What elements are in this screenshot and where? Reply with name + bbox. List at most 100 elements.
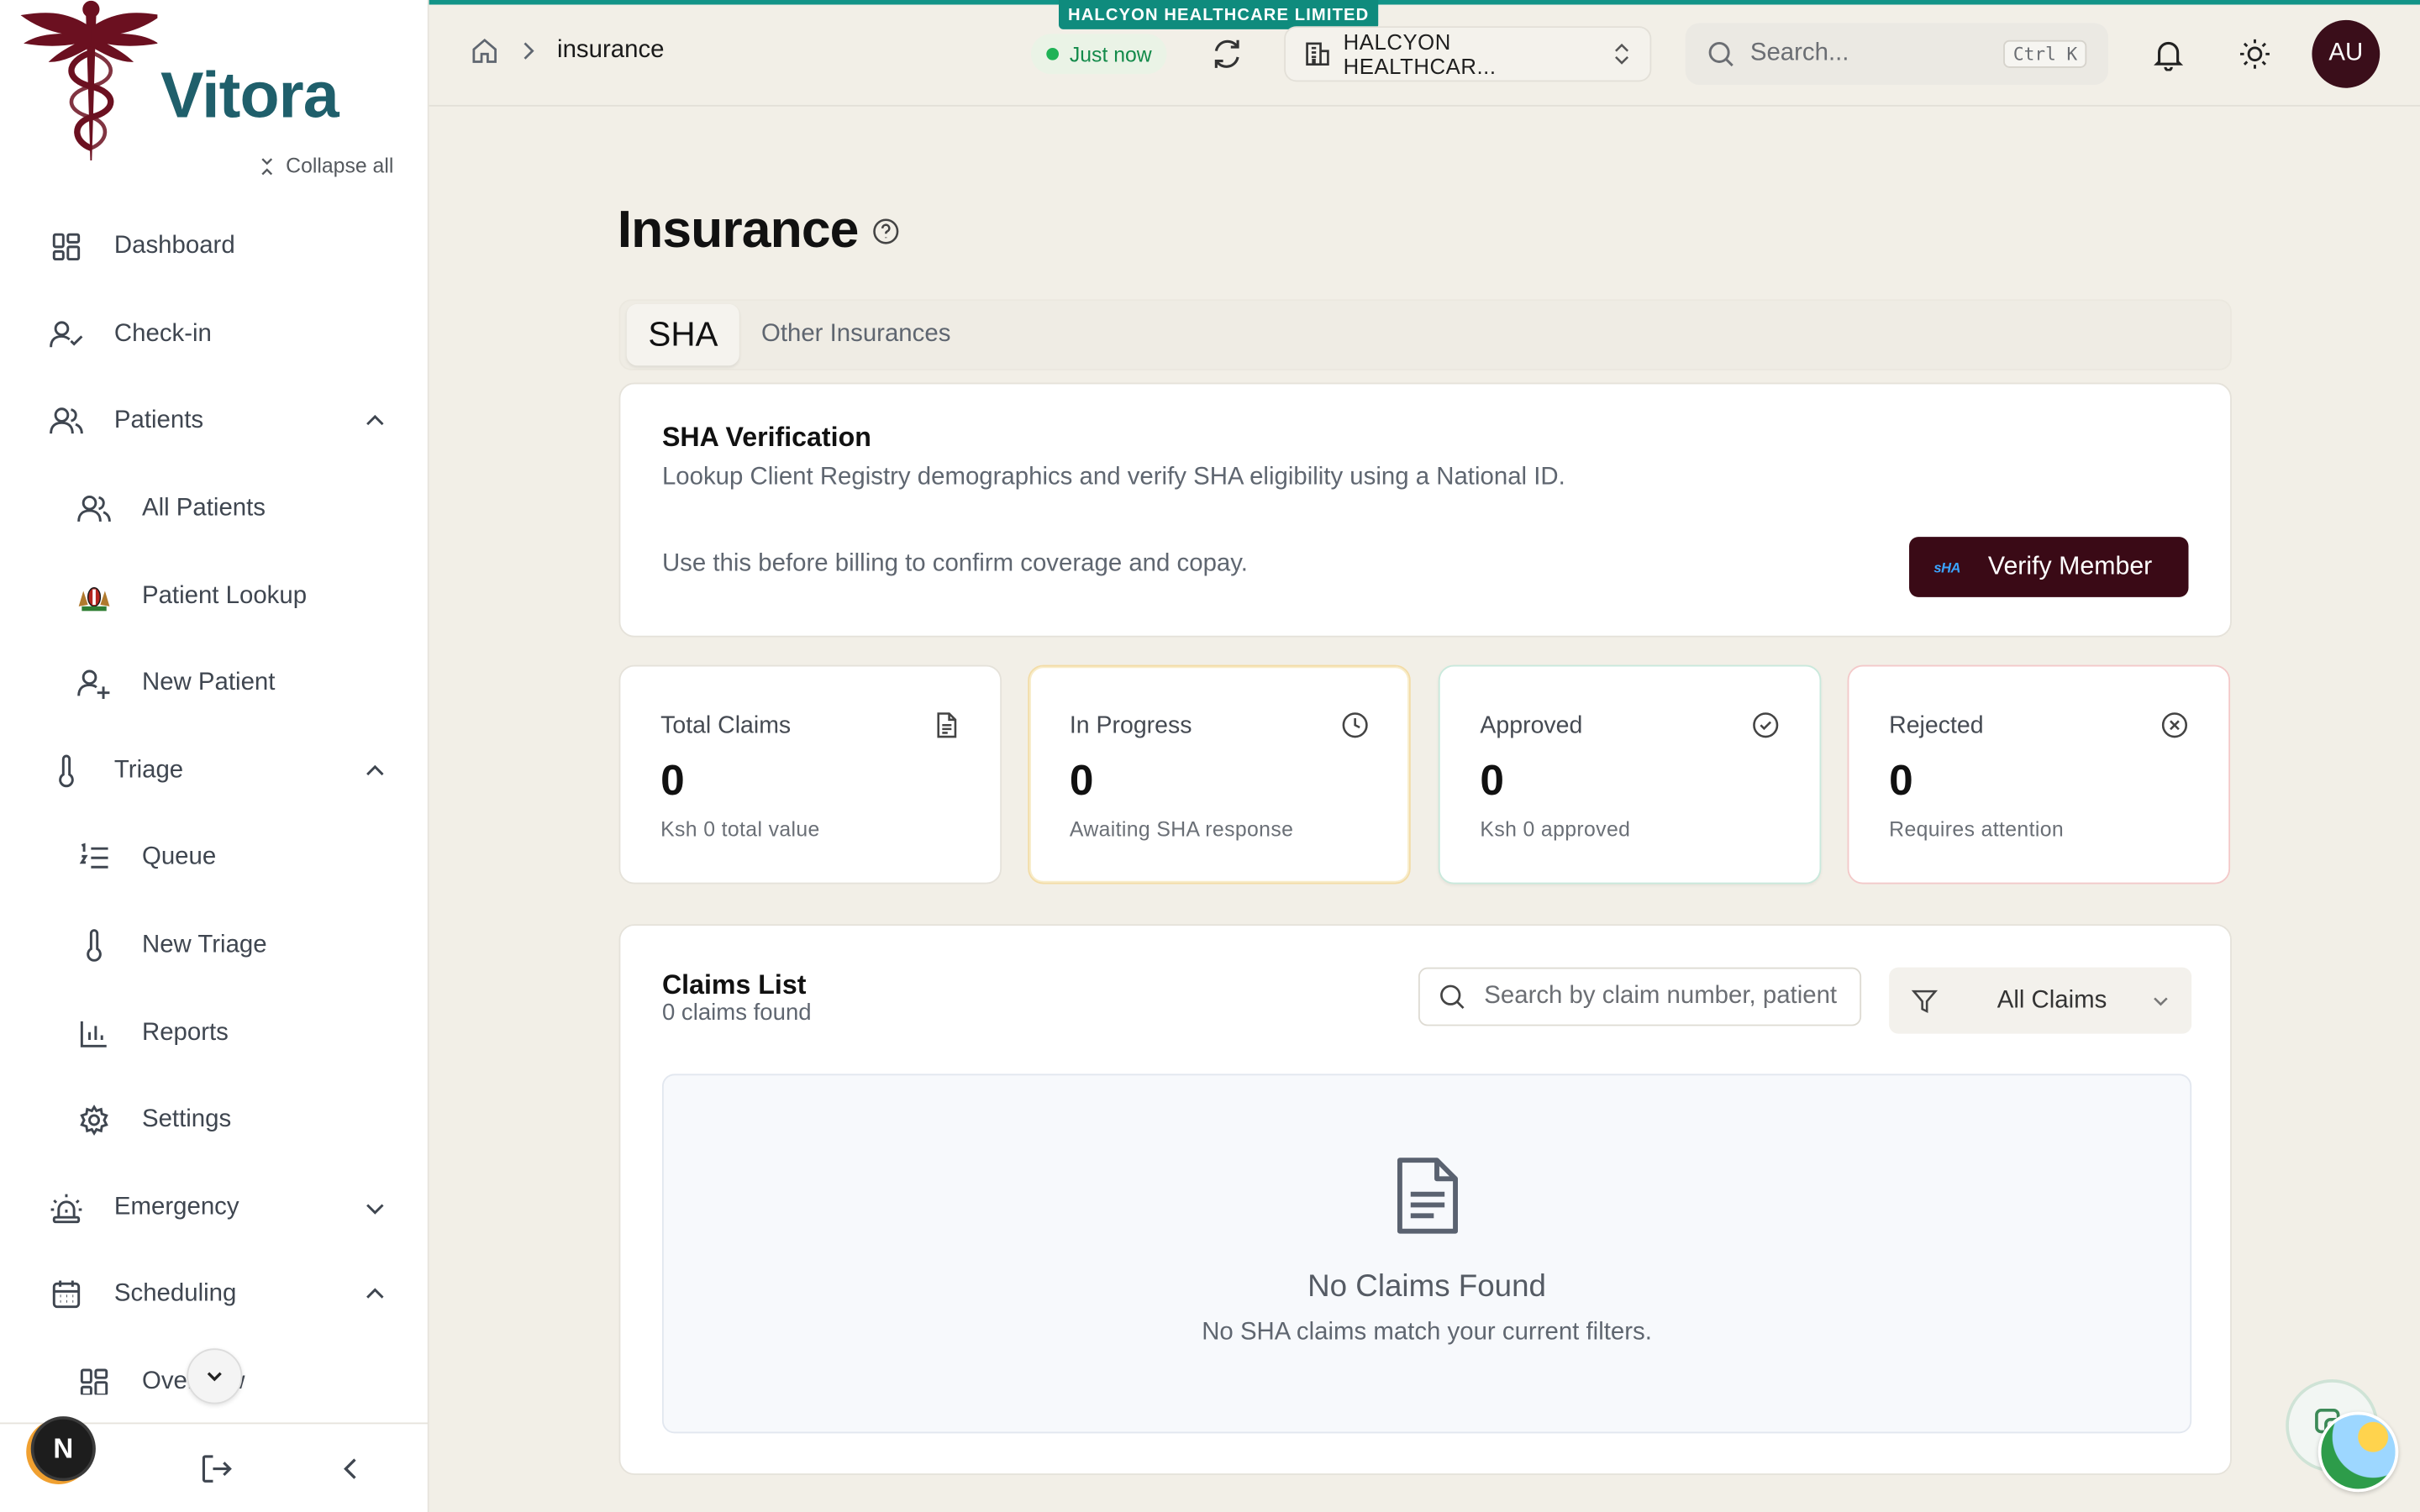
stat-label: In Progress: [1069, 712, 1192, 739]
stat-value: 0: [660, 756, 685, 804]
claims-search-input[interactable]: [1484, 983, 1842, 1011]
help-circle-icon[interactable]: [872, 218, 900, 245]
thermometer-icon: [77, 929, 111, 963]
claims-list-title: Claims List: [661, 969, 807, 1000]
sidebar-item-label: New Triage: [141, 932, 267, 958]
check-circle-icon: [1753, 712, 1779, 738]
sidebar-item-all-patients[interactable]: All Patients: [0, 465, 429, 553]
verify-member-button[interactable]: sHA Verify Member: [1909, 537, 2189, 597]
collapse-icon: [261, 157, 273, 175]
empty-state-title: No Claims Found: [1307, 1269, 1546, 1305]
chevron-up-icon: [366, 764, 384, 775]
stat-card-rejected: Rejected 0 Requires attention: [1847, 664, 2231, 885]
sidebar-item-check-in[interactable]: Check-in: [0, 291, 429, 378]
filter-value: All Claims: [1996, 986, 2107, 1013]
global-search-input[interactable]: Search... Ctrl K: [1685, 23, 2108, 86]
theme-toggle-icon[interactable]: [2238, 37, 2271, 71]
sidebar-item-label: Triage: [113, 757, 184, 784]
stat-label: Approved: [1480, 712, 1583, 739]
empty-state: No Claims Found No SHA claims match your…: [661, 1074, 2192, 1434]
users-icon: [77, 492, 111, 526]
tab-sha[interactable]: SHA: [626, 303, 740, 366]
collapse-all-button[interactable]: Collapse all: [258, 154, 394, 178]
empty-state-subtitle: No SHA claims match your current filters…: [1202, 1319, 1652, 1346]
logout-icon: [202, 1455, 232, 1483]
stat-subtext: Ksh 0 approved: [1480, 817, 1631, 842]
home-icon[interactable]: [471, 37, 498, 65]
logout-button[interactable]: [197, 1451, 234, 1488]
list-ordered-icon: [77, 842, 111, 875]
filter-icon: [1911, 989, 1939, 1013]
sidebar-item-queue[interactable]: Queue: [0, 815, 429, 902]
sidebar-item-scheduling[interactable]: Scheduling: [0, 1252, 429, 1339]
keyboard-shortcut: Ctrl K: [2003, 39, 2087, 68]
user-check-icon: [50, 318, 83, 351]
search-icon: [1708, 41, 1733, 67]
chevron-right-icon: [523, 42, 534, 60]
stat-subtext: Requires attention: [1889, 817, 2065, 842]
search-placeholder: Search...: [1749, 39, 1849, 66]
stat-value: 0: [1069, 756, 1094, 804]
verify-member-label: Verify Member: [1987, 552, 2153, 580]
bell-icon[interactable]: [2151, 37, 2185, 71]
clock-icon: [1342, 712, 1368, 738]
gear-icon: [77, 1104, 111, 1137]
claims-list-card: Claims List 0 claims found All Claims No…: [618, 924, 2232, 1475]
organization-select[interactable]: HALCYON HEALTHCAR...: [1284, 26, 1652, 82]
sidebar-item-patients[interactable]: Patients: [0, 378, 429, 465]
sha-verification-card: SHA Verification Lookup Client Registry …: [618, 382, 2232, 638]
sidebar-item-dashboard[interactable]: Dashboard: [0, 203, 429, 291]
logo-text: Vitora: [160, 58, 339, 132]
calendar-icon: [50, 1278, 83, 1312]
refresh-icon[interactable]: [1210, 37, 1244, 71]
sync-status-label: Just now: [1069, 42, 1152, 66]
chevron-down-icon: [366, 1204, 384, 1215]
claims-search-field[interactable]: [1418, 967, 1862, 1026]
chevron-down-icon: [207, 1372, 222, 1382]
sidebar-item-label: Emergency: [113, 1194, 239, 1221]
chevron-up-icon: [366, 1289, 384, 1299]
collapse-sidebar-button[interactable]: [334, 1451, 371, 1488]
collapse-all-label: Collapse all: [286, 154, 394, 178]
sidebar-item-label: Reports: [141, 1019, 229, 1046]
sidebar-item-emergency[interactable]: Emergency: [0, 1164, 429, 1252]
claims-filter-select[interactable]: All Claims: [1889, 967, 2192, 1034]
sidebar-item-label: New Patient: [141, 669, 276, 696]
sidebar-item-reports[interactable]: Reports: [0, 990, 429, 1077]
sidebar-item-label: Dashboard: [113, 233, 235, 260]
chevron-up-down-icon: [1615, 43, 1629, 65]
user-plus-icon: [77, 667, 111, 701]
insurance-tabs: SHA Other Insurances: [618, 299, 2232, 370]
siren-icon: [50, 1191, 83, 1225]
chevron-left-icon: [344, 1458, 356, 1479]
stat-card-approved: Approved 0 Ksh 0 approved: [1438, 664, 1822, 885]
stat-label: Rejected: [1889, 712, 1984, 739]
users-icon: [50, 405, 83, 438]
scroll-down-button[interactable]: [187, 1348, 243, 1404]
sidebar-nav: Dashboard Check-in Patients All Patients…: [0, 203, 429, 1395]
sidebar-item-label: Patient Lookup: [141, 582, 308, 609]
sidebar-item-new-triage[interactable]: New Triage: [0, 902, 429, 990]
tab-other-insurances[interactable]: Other Insurances: [739, 304, 972, 365]
sidebar-item-new-patient[interactable]: New Patient: [0, 640, 429, 727]
stat-card-total-claims: Total Claims 0 Ksh 0 total value: [618, 664, 1002, 885]
sidebar-item-triage[interactable]: Triage: [0, 727, 429, 815]
stat-subtext: Awaiting SHA response: [1069, 817, 1294, 842]
breadcrumb-current: insurance: [557, 37, 665, 64]
file-text-icon: [937, 712, 957, 738]
stat-subtext: Ksh 0 total value: [660, 817, 820, 842]
sha-card-title: SHA Verification: [661, 421, 871, 453]
chevron-down-icon: [2154, 996, 2168, 1005]
user-badge[interactable]: N: [30, 1416, 96, 1482]
app-frame: Vitora Collapse all Dashboard Check-in P…: [0, 0, 2420, 1512]
claims-count: 0 claims found: [661, 1000, 812, 1026]
sidebar-item-patient-lookup[interactable]: Patient Lookup: [0, 553, 429, 640]
building-icon: [1306, 42, 1329, 66]
user-avatar[interactable]: AU: [2312, 19, 2381, 88]
sidebar-item-label: Scheduling: [113, 1281, 237, 1308]
beach-widget-icon[interactable]: [2317, 1411, 2399, 1493]
vitora-logo[interactable]: Vitora: [18, 0, 343, 164]
sidebar-item-settings[interactable]: Settings: [0, 1077, 429, 1164]
page-title: Insurance: [617, 200, 860, 260]
dashboard-icon: [77, 1366, 111, 1395]
